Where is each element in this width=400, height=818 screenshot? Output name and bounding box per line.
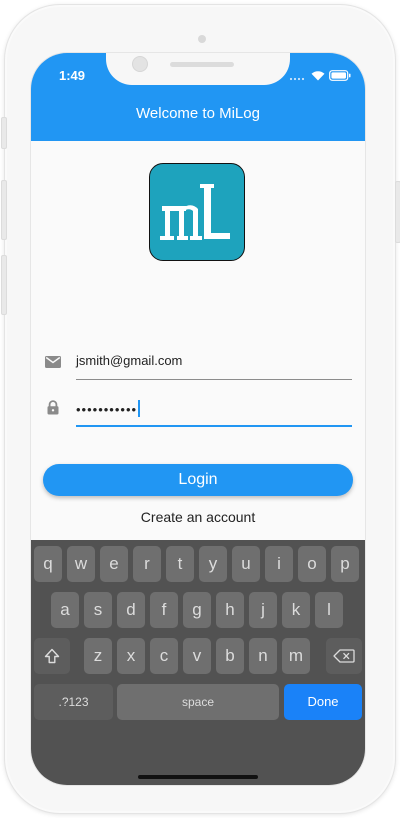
side-button-left-2 (1, 180, 7, 240)
side-button-left-3 (1, 255, 7, 315)
done-key[interactable]: Done (284, 684, 362, 720)
key-g[interactable]: g (183, 592, 211, 628)
cellular-icon (289, 68, 307, 86)
status-time: 1:49 (59, 68, 86, 83)
lock-icon (47, 400, 59, 420)
key-s[interactable]: s (84, 592, 112, 628)
mail-icon (45, 355, 61, 373)
key-n[interactable]: n (249, 638, 277, 674)
side-button-right (395, 181, 400, 243)
app-logo (149, 163, 245, 261)
key-c[interactable]: c (150, 638, 178, 674)
key-x[interactable]: x (117, 638, 145, 674)
key-i[interactable]: i (265, 546, 293, 582)
text-cursor (138, 400, 141, 417)
side-button-left-1 (1, 117, 7, 149)
phone-screen: 1:49 Welcome to MiLog jsmith@gmail.com •… (31, 53, 365, 785)
password-underline (76, 425, 352, 427)
onscreen-keyboard: q w e r t y u i o p a s d f g h j k l z … (31, 540, 365, 785)
password-field[interactable]: ••••••••••• (76, 400, 141, 417)
key-q[interactable]: q (34, 546, 62, 582)
password-dots: ••••••••••• (76, 402, 138, 417)
key-e[interactable]: e (100, 546, 128, 582)
wifi-icon (311, 68, 325, 86)
key-m[interactable]: m (282, 638, 310, 674)
app-title: Welcome to MiLog (136, 105, 260, 122)
key-y[interactable]: y (199, 546, 227, 582)
numbers-key[interactable]: .?123 (34, 684, 113, 720)
key-f[interactable]: f (150, 592, 178, 628)
speaker-grille (170, 62, 234, 67)
status-icons (289, 68, 351, 86)
create-account-link[interactable]: Create an account (31, 509, 365, 525)
notch (106, 53, 290, 85)
key-d[interactable]: d (117, 592, 145, 628)
key-a[interactable]: a (51, 592, 79, 628)
shift-key[interactable] (34, 638, 70, 674)
key-h[interactable]: h (216, 592, 244, 628)
shift-icon (44, 648, 60, 664)
email-underline (76, 379, 352, 380)
key-w[interactable]: w (67, 546, 95, 582)
email-field[interactable]: jsmith@gmail.com (76, 353, 182, 368)
camera-icon (132, 56, 148, 72)
backspace-key[interactable] (326, 638, 362, 674)
home-indicator[interactable] (138, 775, 258, 779)
key-o[interactable]: o (298, 546, 326, 582)
key-p[interactable]: p (331, 546, 359, 582)
key-z[interactable]: z (84, 638, 112, 674)
key-u[interactable]: u (232, 546, 260, 582)
key-k[interactable]: k (282, 592, 310, 628)
earpiece-dot (198, 35, 206, 43)
key-r[interactable]: r (133, 546, 161, 582)
key-j[interactable]: j (249, 592, 277, 628)
battery-icon (329, 68, 351, 86)
key-b[interactable]: b (216, 638, 244, 674)
key-l[interactable]: l (315, 592, 343, 628)
key-v[interactable]: v (183, 638, 211, 674)
login-button[interactable]: Login (43, 464, 353, 496)
key-t[interactable]: t (166, 546, 194, 582)
space-key[interactable]: space (117, 684, 279, 720)
backspace-icon (333, 649, 355, 663)
